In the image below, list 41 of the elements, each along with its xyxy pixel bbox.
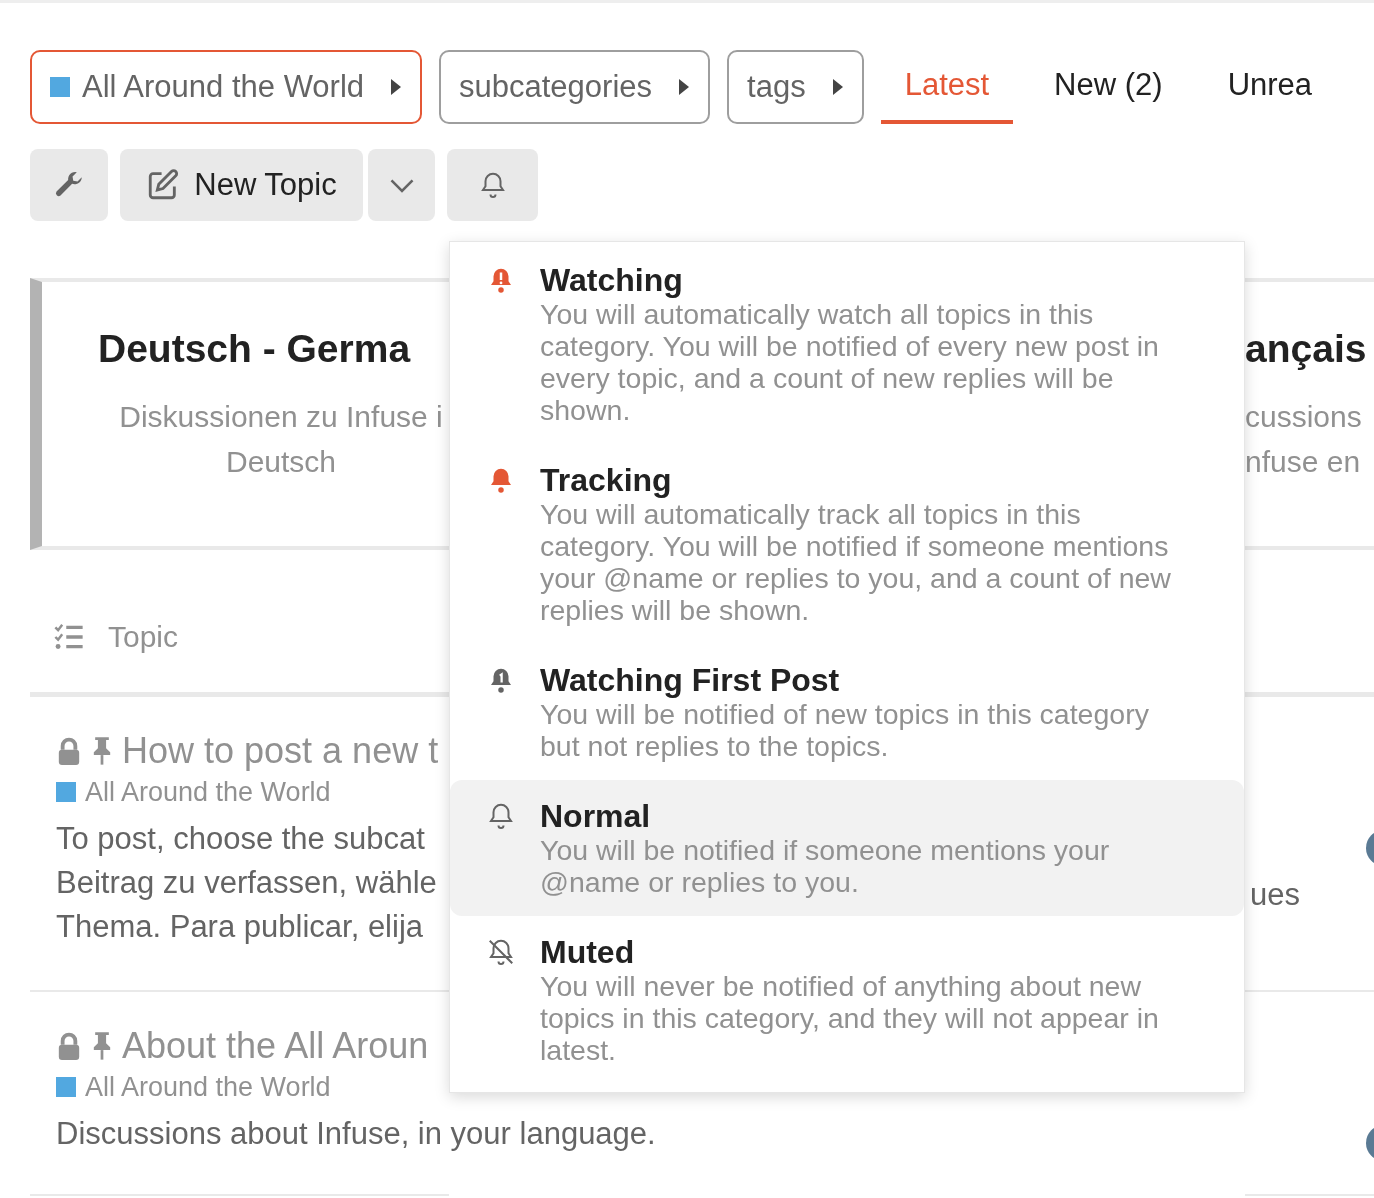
menu-item-description: You will be notified if someone mentions your @name or replies to you. bbox=[540, 834, 1111, 898]
category-title: ançais bbox=[1245, 326, 1367, 372]
menu-item[interactable]: Watching You will automatically watch all topics in this category. You will be notified of every new post in every topic, and a count of new replies will be shown. bbox=[450, 244, 1244, 444]
topic-excerpt: Thema. Para publicar, elija bbox=[56, 908, 424, 946]
menu-item-description: You will automatically track all topics in this category. You will be notified if someone mentions your @name or replies to you, and a count of new replies will be shown. bbox=[540, 498, 1172, 626]
new-topic-button[interactable]: New Topic bbox=[120, 149, 363, 221]
category-description: nfuse en bbox=[1245, 444, 1362, 480]
topic-excerpt: Discussions about Infuse, in your language. bbox=[56, 1115, 656, 1153]
nav-tab[interactable]: Unrea bbox=[1203, 50, 1337, 124]
menu-item[interactable]: Tracking You will automatically track all topics in this category. You will be notified if someone mentions your @name or replies to you, and a count of new replies will be shown. bbox=[450, 444, 1244, 644]
menu-item-description: You will never be notified of anything about new topics in this category, and they will not appear in latest. bbox=[540, 970, 1160, 1066]
filter-dropdown[interactable]: All Around the World bbox=[30, 50, 423, 124]
category-description: cussions bbox=[1245, 399, 1363, 435]
edit-icon bbox=[146, 168, 181, 202]
filter-dropdown[interactable]: tags bbox=[727, 50, 864, 124]
category-title: Deutsch - Germa bbox=[98, 326, 411, 372]
caret-icon bbox=[390, 78, 403, 96]
menu-item-title: Tracking bbox=[540, 462, 673, 498]
menu-item[interactable]: Watching First Post You will be notified of new topics in this category but not replies to the topics. bbox=[450, 644, 1244, 780]
topic-excerpt: Beitrag zu verfassen, wähle bbox=[56, 864, 437, 902]
topic-excerpt: To post, choose the subcat bbox=[56, 820, 425, 858]
category-description: Deutsch bbox=[224, 444, 338, 480]
nav-tab[interactable]: New (2) bbox=[1030, 50, 1187, 124]
checklist-icon bbox=[52, 622, 86, 652]
menu-item[interactable]: Muted You will never be notified of anything about new topics in this category, and they will not appear in latest. bbox=[450, 916, 1244, 1084]
topic-excerpt: ues bbox=[1250, 876, 1301, 914]
filter-dropdown[interactable]: subcategories bbox=[439, 50, 711, 124]
caret-icon bbox=[678, 78, 691, 96]
bell-slash-icon bbox=[486, 937, 516, 967]
menu-item-title: Watching First Post bbox=[540, 662, 841, 698]
category-description: Diskussionen zu Infuse i bbox=[118, 399, 444, 435]
caret-icon bbox=[831, 78, 844, 96]
wrench-button[interactable] bbox=[30, 149, 108, 221]
menu-item-title: Muted bbox=[540, 934, 636, 970]
menu-item-description: You will automatically watch all topics in this category. You will be notified of every new post in every topic, and a count of new replies will be shown. bbox=[540, 298, 1160, 426]
nav-tab[interactable]: Latest bbox=[880, 50, 1014, 124]
menu-item-description: You will be notified of new topics in this category but not replies to the topics. bbox=[540, 698, 1150, 762]
menu-item-title: Watching bbox=[540, 262, 684, 298]
bell-icon bbox=[486, 801, 516, 831]
menu-item-title: Normal bbox=[540, 798, 652, 834]
menu-item[interactable]: Normal You will be notified if someone mentions your @name or replies to you. bbox=[450, 780, 1244, 916]
